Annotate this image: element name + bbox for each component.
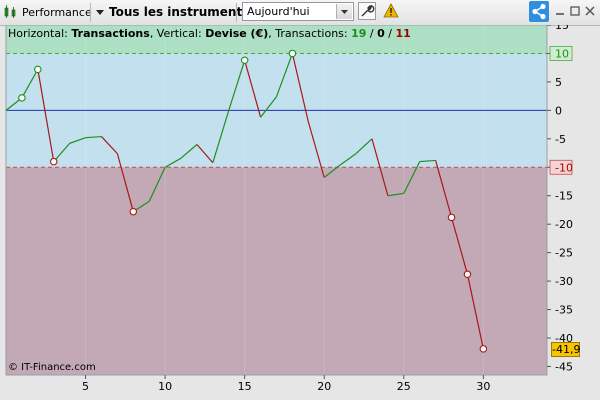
maximize-icon xyxy=(569,5,581,20)
minimize-button[interactable] xyxy=(554,2,566,22)
y-tick-label: -15 xyxy=(555,190,573,203)
chart-area: 15 10 5 0 -5 -10 -15 -20 -25 -30 -35 -40 -45 5 10 15 20 2… xyxy=(0,25,600,400)
minimize-icon xyxy=(554,5,566,20)
warning-button[interactable] xyxy=(383,2,399,22)
y-tick-label: 10 xyxy=(555,47,569,60)
y-tick-label: 0 xyxy=(555,104,562,117)
y-tick-label: -45 xyxy=(555,360,573,373)
x-tick-label: 10 xyxy=(158,380,172,393)
last-value-badge: -41,9 xyxy=(551,341,581,357)
x-tick-label: 30 xyxy=(476,380,490,393)
x-tick-label: 25 xyxy=(397,380,411,393)
close-button[interactable] xyxy=(584,2,596,22)
x-tick-label: 20 xyxy=(317,380,331,393)
y-tick-label: 5 xyxy=(555,76,562,89)
instruments-label: Tous les instruments xyxy=(109,5,250,19)
data-point xyxy=(463,270,472,279)
y-tick-label: -20 xyxy=(555,218,573,231)
chart-icon xyxy=(3,3,19,22)
wrench-icon xyxy=(358,1,376,23)
transactions-separator: / xyxy=(366,27,378,40)
data-point xyxy=(49,157,58,166)
y-tick-label: 15 xyxy=(555,25,569,32)
horizontal-label: Horizontal: xyxy=(8,27,72,40)
transactions-negative: 11 xyxy=(395,27,411,40)
share-icon xyxy=(529,3,549,25)
toolbar: Performance Tous les instruments Aujourd… xyxy=(0,0,600,26)
horizontal-value: Transactions xyxy=(71,27,150,40)
data-point xyxy=(240,56,249,65)
vertical-label: , Vertical: xyxy=(149,27,206,40)
chevron-down-icon[interactable] xyxy=(336,4,352,19)
performance-label: Performance xyxy=(22,5,92,19)
transactions-neutral: 0 xyxy=(377,27,385,40)
performance-chart: 151050-5-10-15-20-25-30-35-40-455 10 15 20 2… xyxy=(5,25,573,393)
toolbar-divider xyxy=(90,3,91,22)
vertical-value: Devise (€) xyxy=(205,27,269,40)
chart-info-bar: Horizontal: Transactions, Vertical: Devi… xyxy=(8,27,411,40)
instruments-dropdown[interactable]: Tous les instruments xyxy=(96,2,249,22)
transactions-positive: 19 xyxy=(351,27,367,40)
close-icon xyxy=(584,5,596,20)
y-tick-label: -10 xyxy=(555,161,573,174)
performance-button[interactable]: Performance xyxy=(3,2,92,22)
y-tick-label: -30 xyxy=(555,275,573,288)
data-point xyxy=(18,94,26,102)
period-value: Aujourd'hui xyxy=(247,5,310,18)
data-point xyxy=(34,65,42,74)
wrench-button[interactable] xyxy=(358,1,376,23)
y-tick-label: -25 xyxy=(555,247,573,260)
y-tick-label: -35 xyxy=(555,304,573,317)
dropdown-arrow-icon xyxy=(96,6,104,19)
warning-icon xyxy=(383,2,399,22)
transactions-label: , Transactions: xyxy=(268,27,352,40)
toolbar-divider xyxy=(236,3,237,22)
y-tick-label: -5 xyxy=(555,133,566,146)
data-point xyxy=(129,207,138,216)
x-tick-label: 15 xyxy=(238,380,252,393)
maximize-button[interactable] xyxy=(569,2,581,22)
data-point xyxy=(479,345,488,353)
period-select[interactable]: Aujourd'hui xyxy=(242,2,354,21)
x-tick-label: 5 xyxy=(82,380,89,393)
transactions-separator: / xyxy=(384,27,396,40)
share-button[interactable] xyxy=(529,1,549,22)
copyright-text: © IT-Finance.com xyxy=(8,362,96,373)
data-point xyxy=(447,213,456,222)
data-point xyxy=(288,49,297,58)
